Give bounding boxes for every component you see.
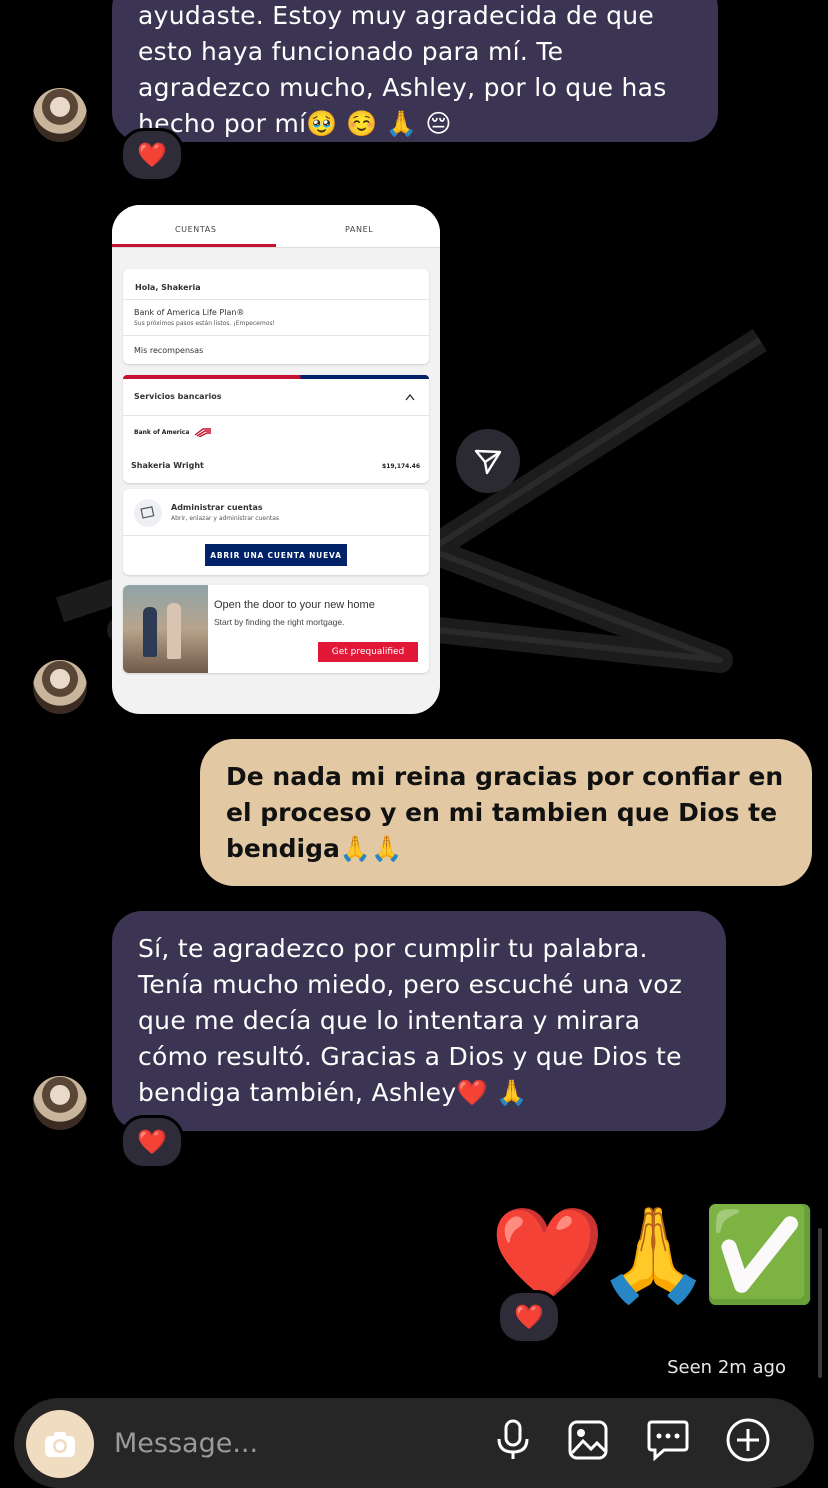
- camera-button[interactable]: [26, 1410, 94, 1478]
- section-title: Servicios bancarios: [134, 392, 222, 401]
- manage-subtitle: Abrir, enlazar y administrar cuentas: [171, 515, 280, 522]
- heart-icon: ❤️: [137, 141, 167, 169]
- chevron-up-icon: [405, 393, 415, 401]
- open-account-button: ABRIR UNA CUENTA NUEVA: [205, 544, 347, 566]
- seen-status: Seen 2m ago: [667, 1357, 786, 1378]
- check-mark-emoji[interactable]: ✅: [702, 1205, 817, 1305]
- mortgage-promo-panel: Open the door to your new home Start by …: [123, 585, 429, 673]
- promo-title: Open the door to your new home: [214, 599, 375, 611]
- message-text: De nada mi reina gracias por confiar en …: [226, 762, 784, 863]
- message-text: ayudaste. Estoy muy agradecida de que es…: [138, 1, 667, 138]
- bank-flag-logo-icon: [194, 428, 211, 437]
- camera-icon: [45, 1432, 75, 1457]
- outgoing-message-bubble[interactable]: De nada mi reina gracias por confiar en …: [200, 739, 812, 886]
- voice-message-button[interactable]: [488, 1415, 538, 1465]
- get-prequalified-button: Get prequalified: [318, 642, 418, 662]
- promo-subtitle: Start by finding the right mortgage.: [214, 617, 345, 627]
- dm-thread-screen: { "messages": { "first_incoming": "ayuda…: [0, 0, 828, 1488]
- heart-emoji[interactable]: ❤️: [490, 1205, 605, 1305]
- heart-icon: ❤️: [137, 1128, 167, 1156]
- message-text: Sí, te agradezco por cumplir tu palabra.…: [138, 934, 683, 1107]
- tab-panel: PANEL: [345, 225, 374, 234]
- share-image-button[interactable]: [456, 429, 520, 493]
- shared-image-bank-screenshot[interactable]: CUENTAS PANEL Hola, Shakeria Bank of Ame…: [112, 205, 440, 714]
- contact-avatar[interactable]: [33, 660, 87, 714]
- sticker-button[interactable]: [643, 1415, 693, 1465]
- heart-reaction[interactable]: ❤️: [497, 1290, 561, 1344]
- promo-photo: [123, 585, 208, 673]
- section-color-bar: [123, 375, 429, 379]
- contact-avatar[interactable]: [33, 1076, 87, 1130]
- heart-reaction[interactable]: ❤️: [120, 128, 184, 182]
- incoming-message-bubble[interactable]: ayudaste. Estoy muy agradecida de que es…: [112, 0, 718, 142]
- praying-hands-emoji[interactable]: 🙏: [596, 1205, 711, 1305]
- incoming-message-bubble[interactable]: Sí, te agradezco por cumplir tu palabra.…: [112, 911, 726, 1131]
- sticker-icon: [647, 1420, 689, 1461]
- divider: [123, 415, 429, 416]
- greeting-text: Hola, Shakeria: [135, 283, 201, 292]
- divider: [123, 535, 429, 536]
- heart-reaction[interactable]: ❤️: [120, 1115, 184, 1169]
- divider: [123, 335, 429, 336]
- microphone-icon: [497, 1419, 529, 1459]
- bank-tabs: CUENTAS PANEL: [112, 205, 440, 248]
- account-balance: $19,174.46: [382, 463, 420, 470]
- gallery-icon: [568, 1420, 608, 1460]
- greeting-panel: Hola, Shakeria Bank of America Life Plan…: [123, 269, 429, 364]
- account-holder: Shakeria Wright: [131, 461, 204, 470]
- more-options-button[interactable]: [723, 1415, 773, 1465]
- bank-name: Bank of America: [134, 429, 190, 436]
- gallery-button[interactable]: [563, 1415, 613, 1465]
- banking-services-panel: Servicios bancarios Bank of America Shak…: [123, 375, 429, 483]
- plus-circle-icon: [726, 1418, 770, 1462]
- manage-accounts-icon: [134, 499, 162, 527]
- scrollbar[interactable]: [818, 1228, 822, 1378]
- life-plan-subtitle: Sus próximos pasos están listos. ¡Empece…: [134, 320, 275, 327]
- message-input[interactable]: [112, 1420, 476, 1466]
- contact-avatar[interactable]: [33, 88, 87, 142]
- manage-accounts-panel: Administrar cuentas Abrir, enlazar y adm…: [123, 489, 429, 575]
- active-tab-indicator: [112, 244, 276, 247]
- tab-cuentas: CUENTAS: [175, 225, 217, 234]
- rewards-link: Mis recompensas: [134, 346, 204, 355]
- life-plan-title: Bank of America Life Plan®: [134, 308, 245, 317]
- heart-icon: ❤️: [514, 1303, 544, 1331]
- send-icon: [474, 449, 502, 475]
- divider: [123, 299, 429, 300]
- manage-title: Administrar cuentas: [171, 503, 263, 512]
